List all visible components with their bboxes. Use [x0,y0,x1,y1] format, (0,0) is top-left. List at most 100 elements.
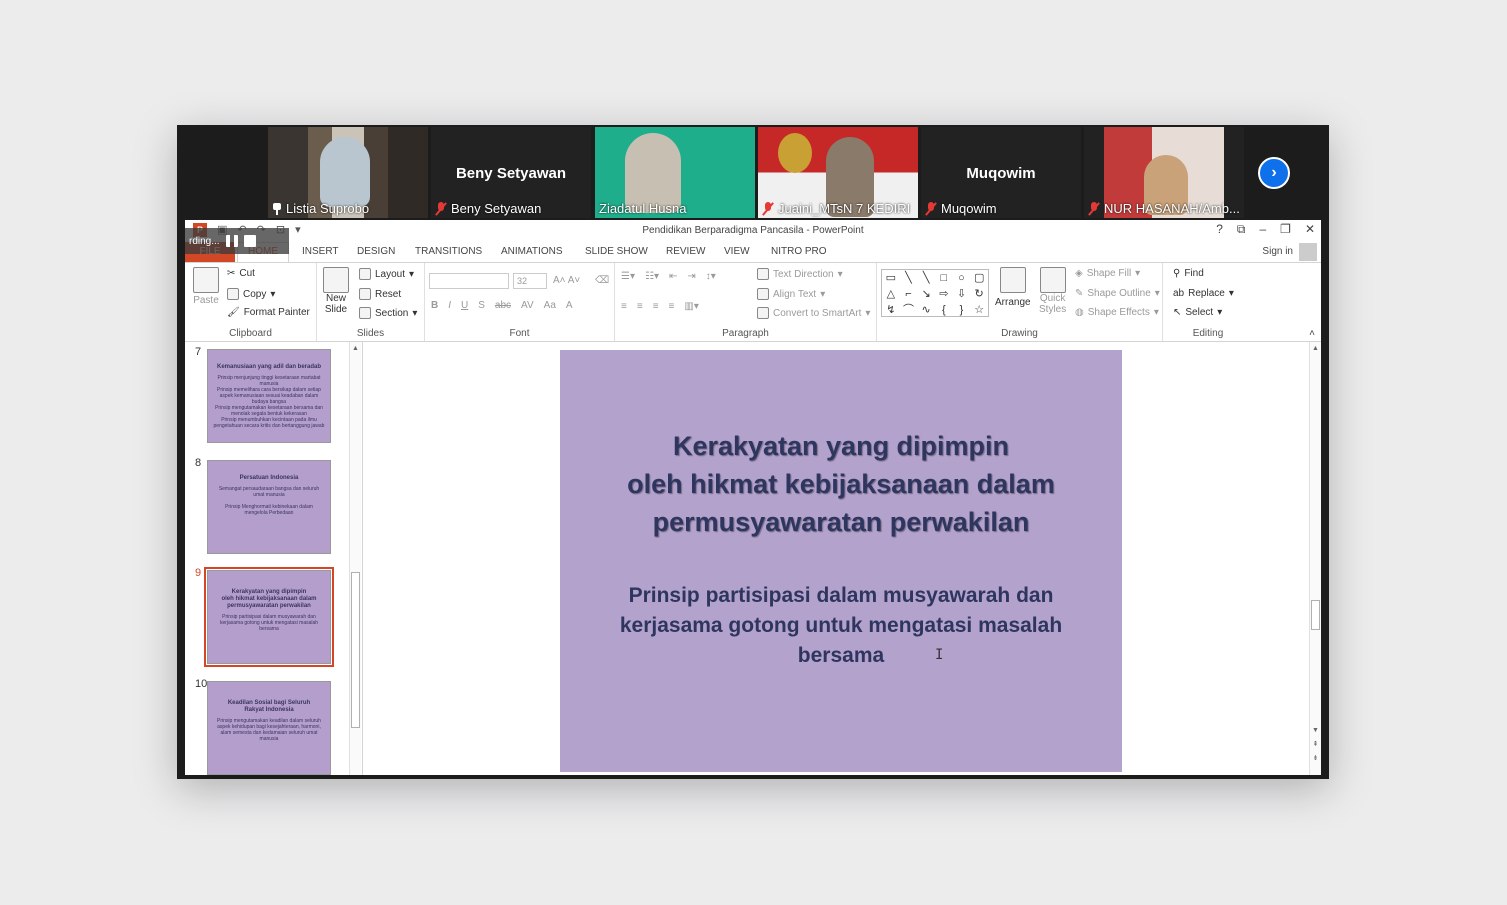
align-right-icon[interactable]: ≡ [653,301,659,312]
slide-thumbnail[interactable]: Kemanusiaan yang adil dan beradab Prinsi… [207,349,331,443]
oval-shape-icon[interactable]: ○ [953,270,971,286]
slide-thumbnail[interactable]: Persatuan Indonesia Semangat persaudaraa… [207,460,331,554]
star-shape-icon[interactable]: ☆ [970,302,988,318]
participant-tile[interactable]: Ziadatul Husna [595,127,755,218]
justify-icon[interactable]: ≡ [669,301,675,312]
find-button[interactable]: ⚲ Find [1173,268,1204,279]
triangle-shape-icon[interactable]: △ [882,286,900,302]
section-button[interactable]: Section ▾ [359,307,417,319]
copy-button[interactable]: Copy ▾ [227,288,275,300]
previous-slide-icon[interactable]: ⇞ [1311,740,1320,749]
line-spacing-icon[interactable]: ↕▾ [706,271,716,282]
restore-icon[interactable]: ❐ [1280,222,1291,237]
wave-shape-icon[interactable]: ∿ [917,302,935,318]
close-icon[interactable]: ✕ [1305,222,1315,237]
left-brace-shape-icon[interactable]: { [935,302,953,318]
select-button[interactable]: ↖ Select ▾ [1173,307,1222,318]
shape-effects-button[interactable]: ◍ Shape Effects ▾ [1075,307,1159,318]
shape-outline-button[interactable]: ✎ Shape Outline ▾ [1075,288,1160,299]
cut-button[interactable]: ✂ Cut [227,268,255,279]
tab-transitions[interactable]: TRANSITIONS [415,246,482,257]
thumbnail-row[interactable]: 8 Persatuan Indonesia Semangat persaudar… [185,457,350,557]
thumbnail-row[interactable]: 9 Kerakyatan yang dipimpin oleh hikmat k… [185,567,350,667]
tab-review[interactable]: REVIEW [666,246,705,257]
bold-button[interactable]: B [431,300,438,311]
clear-formatting-icon[interactable]: ⌫ [595,275,609,286]
slide-thumbnail[interactable]: Keadilan Sosial bagi Seluruh Rakyat Indo… [207,681,331,775]
shadow-button[interactable]: S [478,300,485,311]
scrollbar-thumb[interactable] [351,572,360,728]
strikethrough-button[interactable]: abc [495,300,511,311]
line-shape-icon[interactable]: ╲ [900,270,918,286]
thumbnail-row[interactable]: 10 Keadilan Sosial bagi Seluruh Rakyat I… [185,678,350,775]
ribbon-display-icon[interactable]: ⧉ [1237,222,1246,237]
stop-recording-icon[interactable] [243,235,256,247]
slide-body[interactable]: Prinsip partisipasi dalam musyawarah dan… [620,581,1062,671]
underline-button[interactable]: U [461,300,468,311]
participant-tile[interactable]: NUR HASANAH/Amb... [1084,127,1244,218]
italic-button[interactable]: I [448,300,451,311]
align-center-icon[interactable]: ≡ [637,301,643,312]
align-left-icon[interactable]: ≡ [621,301,627,312]
numbering-icon[interactable]: ☷▾ [645,271,659,282]
help-icon[interactable]: ? [1216,222,1223,237]
arrange-button[interactable]: Arrange [995,267,1031,308]
font-color-button[interactable]: A [566,300,573,311]
slide-scrollbar[interactable]: ▲ ▼ ⇞ ⇟ [1309,342,1321,775]
tab-insert[interactable]: INSERT [302,246,339,257]
lightning-shape-icon[interactable]: ↯ [882,302,900,318]
paste-button[interactable]: Paste [193,267,219,306]
avatar[interactable] [1299,243,1317,261]
pause-recording-icon[interactable] [225,235,238,247]
thumbnail-row[interactable]: 7 Kemanusiaan yang adil dan beradab Prin… [185,346,350,446]
quick-styles-button[interactable]: Quick Styles [1039,267,1066,315]
slide-title[interactable]: Kerakyatan yang dipimpin oleh hikmat keb… [627,427,1055,541]
scroll-down-icon[interactable]: ▼ [1311,726,1320,735]
right-brace-shape-icon[interactable]: } [953,302,971,318]
shapes-gallery[interactable]: ▭ ╲ ╲ □ ○ ▢ △ ⌐ ↘ ⇨ ⇩ ↻ ↯ ⌒ ∿ { } ☆ [881,269,989,317]
shape-fill-button[interactable]: ◈ Shape Fill ▾ [1075,268,1140,279]
decrease-indent-icon[interactable]: ⇤ [669,271,677,282]
grow-font-icon[interactable]: A˄ A˅ [553,275,580,286]
tab-animations[interactable]: ANIMATIONS [501,246,562,257]
current-slide[interactable]: Kerakyatan yang dipimpin oleh hikmat keb… [560,350,1122,772]
new-slide-button[interactable]: New Slide [323,267,349,315]
format-painter-button[interactable]: 🖌 Format Painter [227,307,310,318]
convert-smartart-button[interactable]: Convert to SmartArt ▾ [757,307,870,319]
character-spacing-button[interactable]: AV [521,300,534,311]
connector-shape-icon[interactable]: ⌐ [900,286,918,302]
right-arrow-shape-icon[interactable]: ⇨ [935,286,953,302]
rectangle-shape-icon[interactable]: ▭ [882,270,900,286]
collapse-ribbon-icon[interactable]: ˄ [1309,328,1315,339]
bullets-icon[interactable]: ☰▾ [621,271,635,282]
replace-button[interactable]: ab Replace ▾ [1173,288,1234,299]
change-case-button[interactable]: Aa [544,300,556,311]
square-shape-icon[interactable]: □ [935,270,953,286]
next-slide-icon[interactable]: ⇟ [1311,754,1320,763]
curved-arrow-shape-icon[interactable]: ↻ [970,286,988,302]
tab-slide-show[interactable]: SLIDE SHOW [585,246,648,257]
arrow-connector-shape-icon[interactable]: ↘ [917,286,935,302]
sign-in-link[interactable]: Sign in [1262,246,1293,257]
increase-indent-icon[interactable]: ⇥ [687,271,695,282]
font-name-dropdown[interactable] [429,273,509,289]
down-arrow-shape-icon[interactable]: ⇩ [953,286,971,302]
thumbnail-scrollbar[interactable]: ▲ [349,342,361,775]
columns-icon[interactable]: ▥▾ [684,301,698,312]
tab-nitro-pro[interactable]: NITRO PRO [771,246,827,257]
minimize-icon[interactable]: – [1259,222,1266,237]
font-size-dropdown[interactable]: 32 [513,273,547,289]
rounded-rect-shape-icon[interactable]: ▢ [970,270,988,286]
align-text-button[interactable]: Align Text ▾ [757,288,825,300]
line-shape-icon[interactable]: ╲ [917,270,935,286]
chevron-right-icon[interactable]: › [1258,157,1290,189]
arc-shape-icon[interactable]: ⌒ [900,302,918,318]
tab-view[interactable]: VIEW [724,246,750,257]
participant-tile[interactable]: Muqowim Muqowim [921,127,1081,218]
slide-thumbnail-selected[interactable]: Kerakyatan yang dipimpin oleh hikmat keb… [204,567,334,667]
tab-design[interactable]: DESIGN [357,246,395,257]
reset-button[interactable]: Reset [359,288,401,300]
scroll-up-icon[interactable]: ▲ [1311,344,1320,353]
text-direction-button[interactable]: Text Direction ▾ [757,268,843,280]
scroll-up-icon[interactable]: ▲ [351,344,360,353]
